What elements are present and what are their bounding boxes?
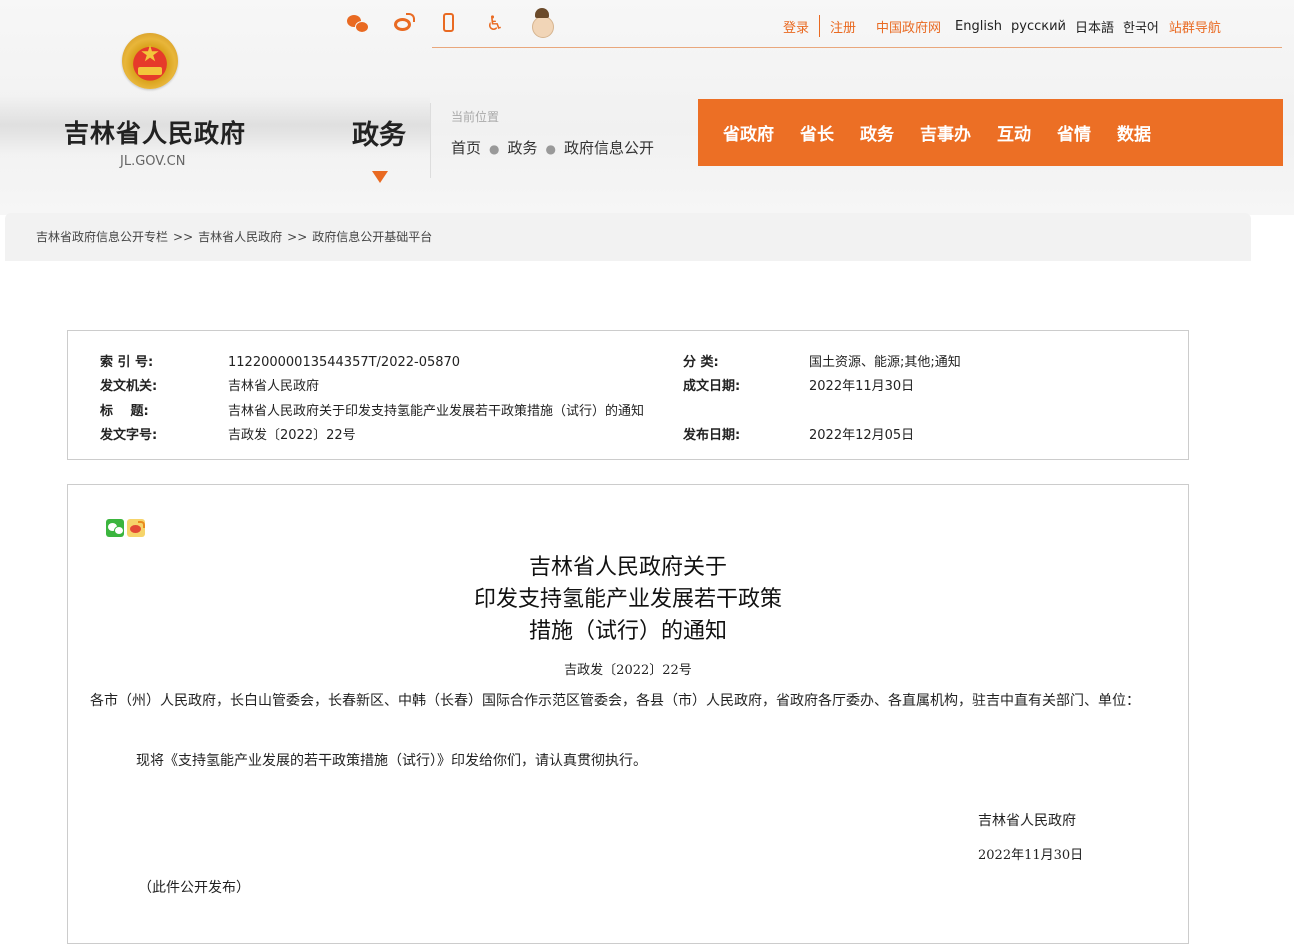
nav-interaction[interactable]: 互动 <box>997 120 1031 145</box>
info-category-label: 分 类: <box>683 355 719 370</box>
main-nav: 省政府 省长 政务 吉事办 互动 省情 数据 <box>698 99 1283 166</box>
info-row-doc-number: 发文字号: 吉政发〔2022〕22号 <box>100 424 356 443</box>
nav-provincial-gov[interactable]: 省政府 <box>723 120 774 145</box>
site-name[interactable]: 吉林省人民政府 <box>64 114 246 150</box>
russian-link[interactable]: русский <box>1011 19 1066 34</box>
info-row-issuer: 发文机关: 吉林省人民政府 <box>100 375 319 394</box>
info-row-index: 索 引 号: 11220000013544357T/2022-05870 <box>100 351 460 370</box>
document-info-box: 索 引 号: 11220000013544357T/2022-05870 分 类:… <box>67 330 1189 460</box>
info-doc-number-label: 发文字号: <box>100 428 158 443</box>
document-title: 吉林省人民政府关于 印发支持氢能产业发展若干政策 措施（试行）的通知 <box>68 552 1188 648</box>
nav-province-info[interactable]: 省情 <box>1057 120 1091 145</box>
japanese-link[interactable]: 日本語 <box>1075 17 1114 36</box>
info-index-label: 索 引 号: <box>100 355 154 370</box>
document-title-line-1: 吉林省人民政府关于 <box>528 555 727 580</box>
info-row-publish-date: 发布日期: 2022年12月05日 <box>683 424 914 443</box>
nav-data[interactable]: 数据 <box>1117 120 1151 145</box>
info-written-date-label: 成文日期: <box>683 379 741 394</box>
breadcrumb-separator: >> <box>173 230 194 244</box>
wechat-icon[interactable] <box>346 12 369 34</box>
login-link[interactable]: 登录 <box>783 17 809 36</box>
breadcrumb-separator: >> <box>287 230 308 244</box>
breadcrumb-item-provincial-gov[interactable]: 吉林省人民政府 <box>198 230 282 244</box>
info-row-written-date: 成文日期: 2022年11月30日 <box>683 375 914 394</box>
info-row-title: 标 题: 吉林省人民政府关于印发支持氢能产业发展若干政策措施（试行）的通知 <box>100 400 644 419</box>
section-arrow-icon <box>372 171 388 183</box>
info-index-value: 11220000013544357T/2022-05870 <box>228 355 461 370</box>
document-title-line-2: 印发支持氢能产业发展若干政策 <box>473 587 782 612</box>
info-title-value: 吉林省人民政府关于印发支持氢能产业发展若干政策措施（试行）的通知 <box>228 404 645 419</box>
nav-services[interactable]: 吉事办 <box>920 120 971 145</box>
location-info-disclosure-link[interactable]: 政府信息公开 <box>564 139 654 157</box>
header-divider <box>430 103 431 178</box>
english-link[interactable]: English <box>955 19 1002 34</box>
info-title-label: 标 题: <box>100 404 149 419</box>
site-nav-link[interactable]: 站群导航 <box>1169 17 1221 36</box>
accessibility-icon[interactable]: ♿ <box>484 12 506 34</box>
document-date: 2022年11月30日 <box>978 848 1084 863</box>
central-gov-link[interactable]: 中国政府网 <box>876 17 941 36</box>
location-path: 首页 ● 政务 ● 政府信息公开 <box>451 137 654 158</box>
info-doc-number-value: 吉政发〔2022〕22号 <box>228 428 356 443</box>
top-links-separator <box>819 15 821 37</box>
document-publication-note: （此件公开发布） <box>138 880 250 896</box>
breadcrumb-item-disclosure-column[interactable]: 吉林省政府信息公开专栏 <box>36 230 168 244</box>
top-links: 登录 注册 中国政府网 English русский 日本語 한국어 站群导航 <box>783 15 1221 37</box>
breadcrumb-item-platform[interactable]: 政府信息公开基础平台 <box>312 230 432 244</box>
info-row-category: 分 类: 国土资源、能源;其他;通知 <box>683 351 961 370</box>
share-weibo-icon[interactable] <box>127 519 145 537</box>
nav-governor[interactable]: 省长 <box>800 120 834 145</box>
section-title: 政务 <box>352 120 406 151</box>
elderly-mode-icon[interactable] <box>530 8 554 38</box>
document-title-line-3: 措施（试行）的通知 <box>528 619 727 644</box>
mobile-icon[interactable] <box>438 12 460 34</box>
nav-affairs[interactable]: 政务 <box>860 120 894 145</box>
location-label: 当前位置 <box>451 110 500 124</box>
document-signer: 吉林省人民政府 <box>978 813 1076 829</box>
location-affairs-link[interactable]: 政务 <box>508 139 538 157</box>
top-links-underline <box>432 47 1282 48</box>
info-publish-date-label: 发布日期: <box>683 428 741 443</box>
document-content-box: 吉林省人民政府关于 印发支持氢能产业发展若干政策 措施（试行）的通知 吉政发〔2… <box>67 484 1189 944</box>
document-number: 吉政发〔2022〕22号 <box>564 663 692 678</box>
location-dot: ● <box>489 142 500 156</box>
info-publish-date-value: 2022年12月05日 <box>809 428 915 443</box>
top-utility-icons: ♿ <box>346 8 554 38</box>
breadcrumb: 吉林省政府信息公开专栏 >> 吉林省人民政府 >> 政府信息公开基础平台 <box>5 213 1251 261</box>
share-wechat-icon[interactable] <box>106 519 124 537</box>
document-body: 现将《支持氢能产业发展的若干政策措施（试行）》印发给你们，请认真贯彻执行。 <box>136 753 647 769</box>
register-link[interactable]: 注册 <box>830 17 856 36</box>
national-emblem-icon[interactable] <box>122 33 178 89</box>
document-recipients: 各市（州）人民政府，长白山管委会，长春新区、中韩（长春）国际合作示范区管委会，各… <box>90 693 1140 709</box>
site-domain: JL.GOV.CN <box>120 154 186 169</box>
info-written-date-value: 2022年11月30日 <box>809 379 915 394</box>
korean-link[interactable]: 한국어 <box>1123 17 1159 36</box>
location-home-link[interactable]: 首页 <box>451 139 481 157</box>
info-issuer-value: 吉林省人民政府 <box>228 379 320 394</box>
info-issuer-label: 发文机关: <box>100 379 158 394</box>
location-dot: ● <box>545 142 556 156</box>
weibo-icon[interactable] <box>392 12 415 34</box>
info-category-value: 国土资源、能源;其他;通知 <box>809 355 961 370</box>
